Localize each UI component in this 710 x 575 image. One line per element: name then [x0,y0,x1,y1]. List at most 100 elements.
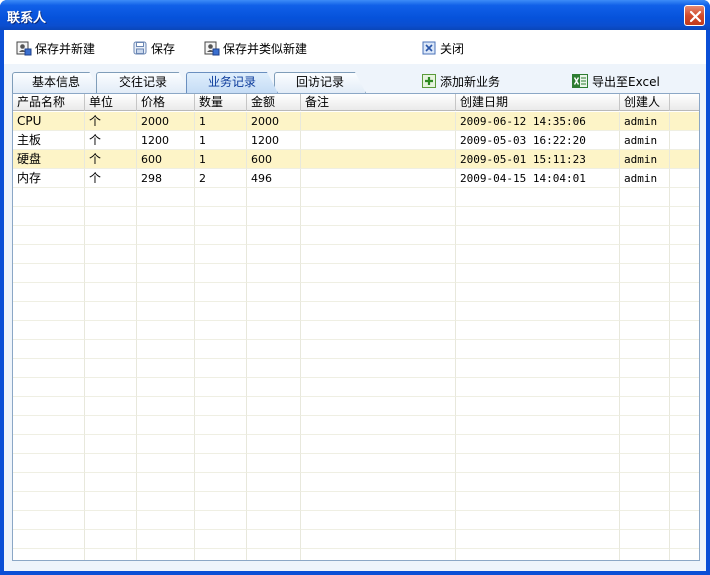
col-price[interactable]: 价格 [137,94,195,111]
cell-quantity [195,226,247,245]
tab-business-records[interactable]: 业务记录 [186,72,278,93]
cell-product-name: CPU [13,112,85,131]
cell-amount: 496 [247,169,301,188]
empty-table-row [13,549,699,560]
cell-quantity [195,530,247,549]
col-created-date[interactable]: 创建日期 [456,94,620,111]
cell-filler [670,131,699,150]
cell-created-date [456,397,620,416]
col-remarks[interactable]: 备注 [301,94,456,111]
cell-creator [620,397,670,416]
table-row[interactable]: 主板个 1200 1 1200 2009-05-03 16:22:20 admin [13,131,699,150]
cell-remarks [301,378,456,397]
empty-table-row [13,264,699,283]
empty-table-row [13,283,699,302]
cell-price: 298 [137,169,195,188]
cell-product-name [13,492,85,511]
add-icon [422,74,436,88]
cell-remarks [301,169,456,188]
close-button[interactable]: 关闭 [421,39,464,57]
save-button[interactable]: 保存 [132,39,175,57]
tab-contact-records[interactable]: 交往记录 [96,72,190,93]
cell-quantity [195,416,247,435]
cell-created-date [456,245,620,264]
cell-quantity [195,264,247,283]
cell-created-date [456,340,620,359]
cell-creator [620,283,670,302]
cell-unit [85,359,137,378]
cell-created-date: 2009-04-15 14:04:01 [456,169,620,188]
cell-creator [620,454,670,473]
cell-price [137,340,195,359]
cell-filler [670,359,699,378]
tab-business-records-label: 业务记录 [207,75,256,89]
cell-price [137,264,195,283]
cell-created-date [456,283,620,302]
cell-remarks [301,283,456,302]
cell-remarks [301,340,456,359]
cell-quantity [195,283,247,302]
cell-unit: 个 [85,169,137,188]
cell-amount [247,359,301,378]
cell-remarks [301,454,456,473]
col-quantity[interactable]: 数量 [195,94,247,111]
cell-unit [85,188,137,207]
cell-filler [670,511,699,530]
cell-creator [620,359,670,378]
grid-header: 产品名称 单位 价格 数量 金额 备注 创建日期 创建人 [13,94,699,111]
col-product-name[interactable]: 产品名称 [13,94,85,111]
cell-amount: 600 [247,150,301,169]
cell-created-date [456,226,620,245]
table-row[interactable]: 硬盘个 600 1 600 2009-05-01 15:11:23 admin [13,150,699,169]
cell-filler [670,283,699,302]
empty-table-row [13,378,699,397]
cell-unit [85,549,137,560]
cell-product-name [13,321,85,340]
business-records-grid[interactable]: 产品名称 单位 价格 数量 金额 备注 创建日期 创建人 CPU 个 2000 1 20… [12,93,700,561]
cell-created-date [456,359,620,378]
cell-filler [670,150,699,169]
cell-amount [247,188,301,207]
cell-created-date [456,435,620,454]
cell-filler [670,302,699,321]
cell-quantity: 1 [195,112,247,131]
save-as-similar-button[interactable]: 保存并类似新建 [204,39,307,57]
window-close-button[interactable] [684,5,705,26]
col-unit[interactable]: 单位 [85,94,137,111]
cell-remarks [301,492,456,511]
cell-creator [620,226,670,245]
tab-contact-records-label: 交往记录 [118,75,167,89]
cell-creator [620,492,670,511]
save-and-new-button[interactable]: 保存并新建 [16,39,95,57]
toolbar: 保存并新建 保存 保存并类似新建 关闭 [4,30,706,64]
cell-created-date [456,188,620,207]
cell-remarks [301,549,456,560]
cell-unit: 个 [85,131,137,150]
cell-creator: admin [620,150,670,169]
table-row[interactable]: CPU 个 2000 1 2000 2009-06-12 14:35:06 admin [13,112,699,131]
cell-filler [670,264,699,283]
export-excel-button[interactable]: 导出至Excel [572,72,660,90]
tab-followup-records[interactable]: 回访记录 [274,72,366,93]
empty-table-row [13,321,699,340]
cell-quantity [195,492,247,511]
dialog-window: 联系人 保存并新建 保存 保存并类似新建 关闭 基本信息 交往记录 业务记录 回… [0,0,710,575]
cell-product-name: 主板 [13,131,85,150]
cell-filler [670,169,699,188]
title-bar[interactable]: 联系人 [0,0,710,30]
cell-price [137,321,195,340]
cell-product-name [13,340,85,359]
cell-product-name [13,188,85,207]
add-business-button[interactable]: 添加新业务 [422,72,500,90]
cell-product-name: 内存 [13,169,85,188]
cell-created-date [456,473,620,492]
table-row[interactable]: 内存个 298 2 496 2009-04-15 14:04:01 admin [13,169,699,188]
cell-filler [670,188,699,207]
cell-amount [247,416,301,435]
tab-basic-info[interactable]: 基本信息 [12,72,100,93]
cell-creator: admin [620,112,670,131]
col-creator[interactable]: 创建人 [620,94,670,111]
cell-created-date: 2009-05-03 16:22:20 [456,131,620,150]
col-amount[interactable]: 金额 [247,94,301,111]
cell-amount [247,340,301,359]
